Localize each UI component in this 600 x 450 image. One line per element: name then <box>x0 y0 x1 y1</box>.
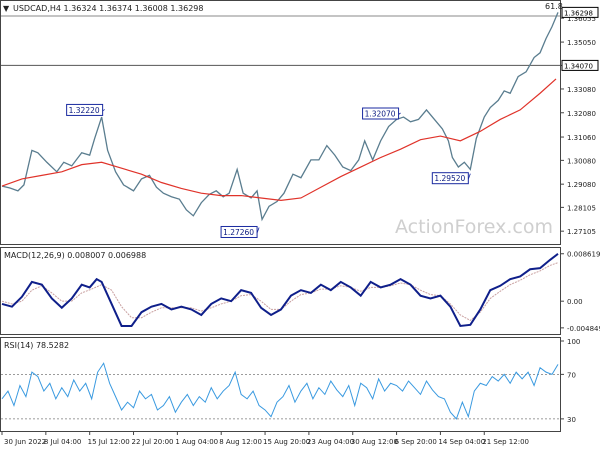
rsi-tick-label: 100 <box>567 338 580 346</box>
macd-panel-frame <box>0 247 561 335</box>
price-tick-label: 1.30080 <box>567 157 596 165</box>
x-tick-label: 21 Sep 12:00 <box>482 438 529 446</box>
x-tick-label: 1 Aug 04:00 <box>175 438 218 446</box>
x-tick-label: 6 Sep 20:00 <box>395 438 437 446</box>
watermark: ActionForex.com <box>395 216 553 238</box>
annotation-label: 1.27260 <box>223 228 254 237</box>
price-tick-label: 1.32080 <box>567 110 596 118</box>
price-panel-frame <box>0 0 561 245</box>
price-tick-label: 1.29080 <box>567 181 596 189</box>
rsi-tick-label: 30 <box>567 416 576 424</box>
macd-tick-label: 0.008619 <box>567 251 600 259</box>
x-tick-label: 30 Aug 12:00 <box>351 438 398 446</box>
price-tick-label: 1.35050 <box>567 39 596 47</box>
time-x-axis: 30 Jun 20228 Jul 04:00 15 Jul 12:00 22 Jul… <box>1 431 529 446</box>
annotation-label: 1.29520 <box>434 174 465 183</box>
fib-label: 61.8 <box>545 2 563 11</box>
macd-tick-label: 0.00 <box>567 298 583 306</box>
annotation-label: 1.32070 <box>365 110 396 119</box>
x-tick-label: 30 Jun 2022 <box>4 438 46 446</box>
macd-title: MACD(12,26,9) 0.008007 0.006988 <box>4 251 146 260</box>
x-tick-label: 14 Sep 04:00 <box>438 438 485 446</box>
x-tick-label: 22 Jul 20:00 <box>132 438 174 446</box>
chart-arrow-icon: ▼ <box>3 4 10 13</box>
rsi-y-axis: 100 70 30 <box>561 338 580 424</box>
price-tick-label: 1.28105 <box>567 204 596 212</box>
price-tick-label: 1.27105 <box>567 228 596 236</box>
usdcad-chart: ActionForex.com 1.360551.350501.340701.3… <box>0 0 600 446</box>
x-tick-label: 8 Jul 04:00 <box>44 438 82 446</box>
rsi-title: RSI(14) 78.5282 <box>4 341 69 350</box>
macd-y-axis: 0.008619 0.00 -0.004849 <box>561 251 600 333</box>
price-title: USDCAD,H4 1.36324 1.36374 1.36008 1.3629… <box>13 4 203 13</box>
price-tick-label: 1.33080 <box>567 86 596 94</box>
price-tick-label: 1.31060 <box>567 134 596 142</box>
x-tick-label: 15 Jul 12:00 <box>88 438 130 446</box>
price-y-axis: 1.360551.350501.340701.330801.320801.310… <box>561 6 599 236</box>
macd-tick-label: -0.004849 <box>567 325 600 333</box>
x-tick-label: 23 Aug 04:00 <box>307 438 354 446</box>
annotation-label: 1.32220 <box>69 106 100 115</box>
rsi-tick-label: 70 <box>567 371 576 379</box>
x-tick-label: 8 Aug 12:00 <box>219 438 262 446</box>
price-tag-label: 1.34070 <box>564 62 593 70</box>
x-tick-label: 15 Aug 20:00 <box>263 438 310 446</box>
price-tag-label: 1.36298 <box>564 9 593 17</box>
